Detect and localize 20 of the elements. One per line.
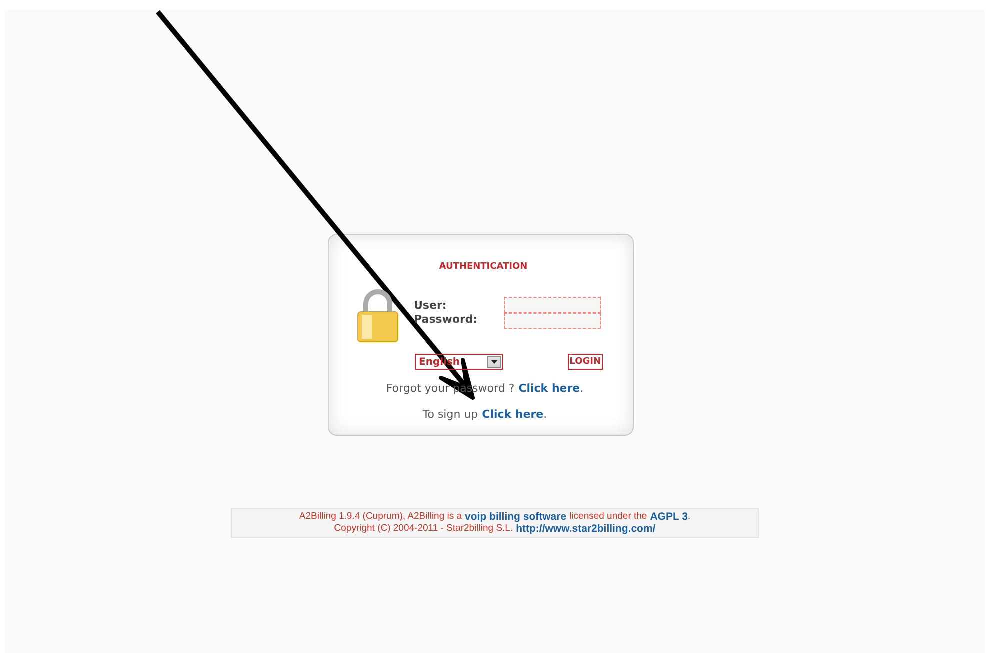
- footer-link[interactable]: voip billing software: [465, 511, 567, 523]
- footer-text: Copyright (C) 2004-2011 - Star2billing S.L.: [334, 523, 514, 535]
- footer-text: .: [688, 511, 691, 523]
- caret-icon: [490, 360, 498, 364]
- footer-text: A2Billing 1.9.4 (Cuprum), A2Billing is a: [299, 511, 462, 523]
- footer-link[interactable]: http://www.star2billing.com/: [516, 523, 656, 535]
- footer-text: licensed under the: [570, 511, 648, 523]
- padlock-icon: [356, 288, 400, 344]
- panel-title: AUTHENTICATION: [439, 262, 528, 272]
- user-field[interactable]: [504, 297, 601, 313]
- forgot-password-text: .: [580, 382, 584, 395]
- sign-up-text: To sign up: [422, 408, 478, 421]
- password-label: Password:: [414, 313, 479, 327]
- password-field[interactable]: [504, 313, 601, 329]
- click-here-link[interactable]: Click here: [482, 408, 544, 421]
- login-button[interactable]: LOGIN: [568, 354, 603, 370]
- footer-link[interactable]: AGPL 3: [650, 511, 688, 523]
- click-here-link[interactable]: Click here: [518, 382, 580, 395]
- sign-up-text: .: [544, 408, 548, 421]
- user-label: User:: [414, 299, 448, 313]
